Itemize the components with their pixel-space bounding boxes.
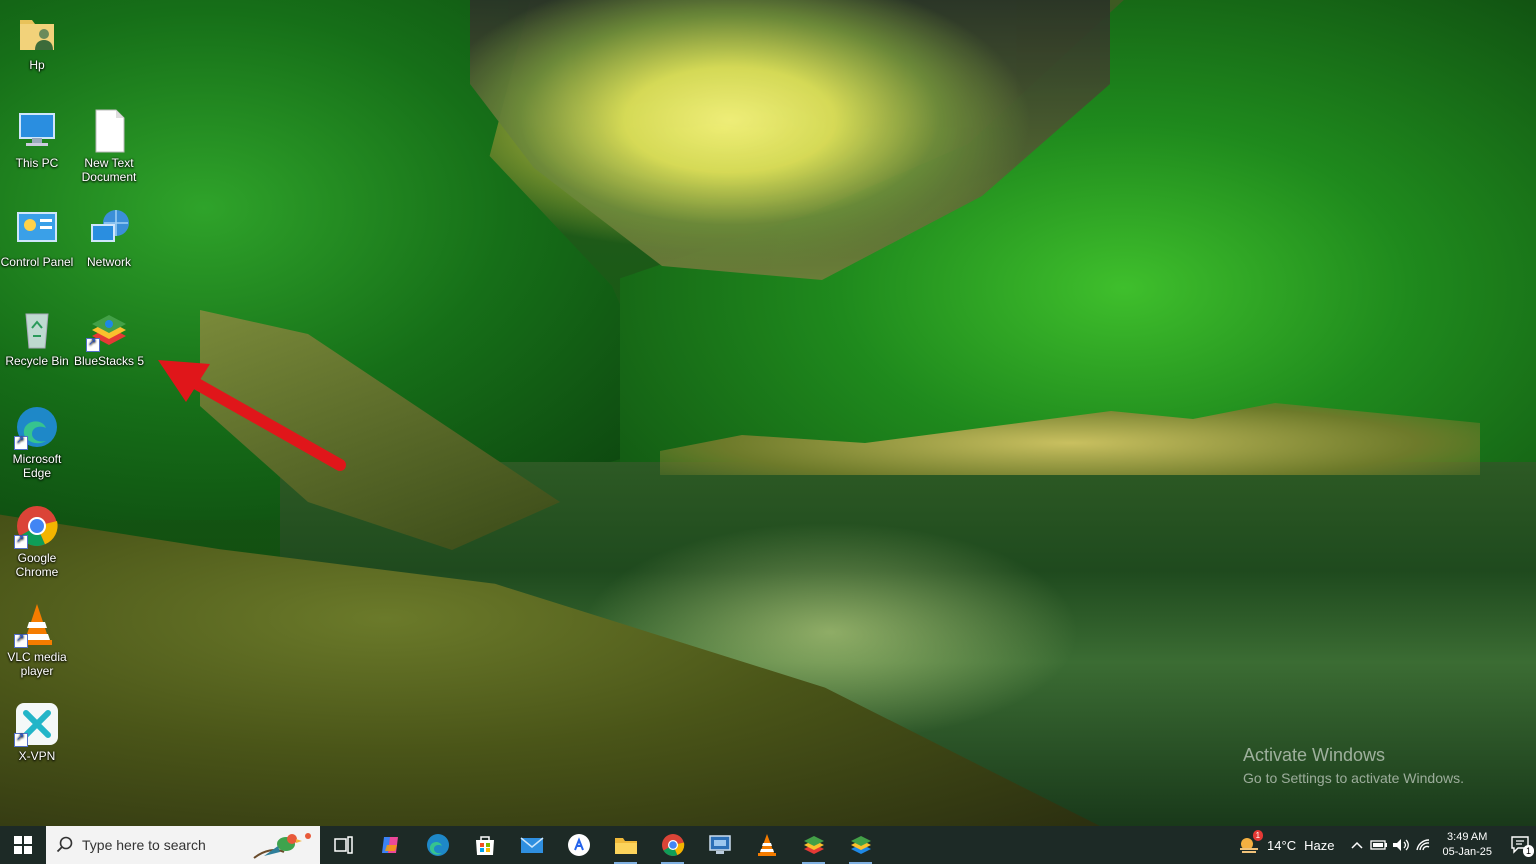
desktop-icon-control-panel[interactable]: Control Panel	[0, 207, 74, 269]
taskbar-file-explorer[interactable]	[602, 826, 649, 864]
file-explorer-icon	[614, 838, 637, 854]
shortcut-arrow-icon	[14, 632, 28, 648]
desktop-icon-label: Network	[86, 255, 131, 269]
desktop-icon-label: Recycle Bin	[5, 354, 69, 368]
search-placeholder: Type here to search	[82, 837, 206, 853]
volume-icon[interactable]	[1390, 834, 1412, 856]
microsoft-store-icon	[475, 836, 494, 855]
clock-date: 05-Jan-25	[1442, 846, 1492, 858]
shortcut-arrow-icon	[14, 434, 28, 450]
weather-badge: 1	[1252, 830, 1264, 841]
chrome-icon	[661, 834, 684, 856]
taskbar-copilot[interactable]	[367, 826, 414, 864]
shortcut-arrow-icon	[86, 336, 100, 352]
desktop-icon-vlc[interactable]: VLC media player	[0, 602, 74, 678]
bluestacks-x-icon	[850, 836, 871, 854]
taskbar: Type here to search 1 14°C Haze 3:49 AM …	[0, 826, 1536, 864]
weather-condition: Haze	[1304, 837, 1335, 853]
taskbar-remote-desktop[interactable]	[696, 826, 743, 864]
chrome-icon	[14, 503, 60, 549]
notification-count-badge: 1	[1522, 845, 1534, 857]
weather-widget[interactable]: 1 14°C Haze	[1237, 830, 1335, 856]
app-store-icon	[567, 834, 590, 856]
network-icon	[86, 207, 132, 253]
watermark-title: Activate Windows	[1243, 745, 1386, 765]
red-arrow-annotation	[158, 360, 346, 471]
mail-icon	[520, 837, 543, 853]
shortcut-arrow-icon	[14, 731, 28, 747]
clock-time: 3:49 AM	[1447, 831, 1488, 843]
desktop-icon-google-chrome[interactable]: Google Chrome	[0, 503, 74, 579]
taskbar-microsoft-store[interactable]	[461, 826, 508, 864]
remote-desktop-icon	[708, 835, 731, 854]
taskbar-search-box[interactable]: Type here to search	[46, 826, 320, 864]
computer-icon	[14, 108, 60, 154]
taskbar-clock[interactable]: 3:49 AM 05-Jan-25	[1442, 830, 1492, 860]
watermark-subtitle: Go to Settings to activate Windows.	[1243, 770, 1464, 786]
copilot-icon	[381, 837, 398, 853]
xvpn-icon	[14, 701, 60, 747]
desktop-icon-label: Microsoft Edge	[12, 452, 62, 480]
desktop-icon-bluestacks[interactable]: BlueStacks 5	[72, 306, 146, 368]
desktop-icon-new-text-document[interactable]: New Text Document	[72, 108, 146, 184]
activate-windows-watermark: Activate Windows Go to Settings to activ…	[1243, 745, 1464, 786]
shortcut-arrow-icon	[14, 533, 28, 549]
desktop-icon-network[interactable]: Network	[72, 207, 146, 269]
desktop-icon-label: Control Panel	[0, 255, 74, 269]
taskbar-vlc[interactable]	[743, 826, 790, 864]
bluestacks-icon	[803, 836, 824, 854]
desktop-icon-recycle-bin[interactable]: Recycle Bin	[0, 306, 74, 368]
desktop-icon-this-pc[interactable]: This PC	[0, 108, 74, 170]
user-folder-icon	[14, 10, 60, 56]
desktop-icon-label: X-VPN	[18, 749, 56, 763]
desktop-icon-label: Google Chrome	[15, 551, 59, 579]
desktop-icon-xvpn[interactable]: X-VPN	[0, 701, 74, 763]
taskbar-mail[interactable]	[508, 826, 555, 864]
task-view-icon	[333, 836, 353, 854]
vlc-icon	[14, 602, 60, 648]
desktop-icon-label: This PC	[15, 156, 59, 170]
vlc-icon	[757, 834, 776, 856]
desktop-icon-hp[interactable]: Hp	[0, 10, 74, 72]
show-hidden-icons-chevron-icon[interactable]	[1346, 834, 1368, 856]
search-highlight-bird-icon	[253, 833, 311, 859]
windows-logo-icon	[14, 836, 32, 854]
edge-icon	[14, 404, 60, 450]
start-button[interactable]	[0, 826, 46, 864]
system-tray: 1 14°C Haze 3:49 AM 05-Jan-25 1	[1237, 826, 1536, 864]
recycle-bin-icon	[14, 306, 60, 352]
control-panel-icon	[14, 207, 60, 253]
battery-icon[interactable]	[1368, 834, 1390, 856]
taskbar-chrome[interactable]	[649, 826, 696, 864]
desktop-icon-label: Hp	[29, 58, 45, 72]
weather-haze-icon: 1	[1237, 830, 1264, 856]
text-document-icon	[86, 108, 132, 154]
desktop-icon-label: New Text Document	[81, 156, 137, 184]
search-icon	[56, 836, 73, 853]
task-view-button[interactable]	[320, 826, 367, 864]
edge-icon	[426, 834, 449, 856]
weather-temperature: 14°C	[1267, 837, 1297, 853]
taskbar-edge[interactable]	[414, 826, 461, 864]
taskbar-app-store[interactable]	[555, 826, 602, 864]
wifi-icon[interactable]	[1412, 834, 1434, 856]
taskbar-bluestacks-x[interactable]	[837, 826, 884, 864]
desktop-icon-label: VLC media player	[7, 650, 67, 678]
notification-center-button[interactable]: 1	[1506, 826, 1536, 864]
bluestacks-icon	[86, 306, 132, 352]
desktop-icon-label: BlueStacks 5	[73, 354, 145, 368]
desktop-icon-microsoft-edge[interactable]: Microsoft Edge	[0, 404, 74, 480]
taskbar-bluestacks[interactable]	[790, 826, 837, 864]
